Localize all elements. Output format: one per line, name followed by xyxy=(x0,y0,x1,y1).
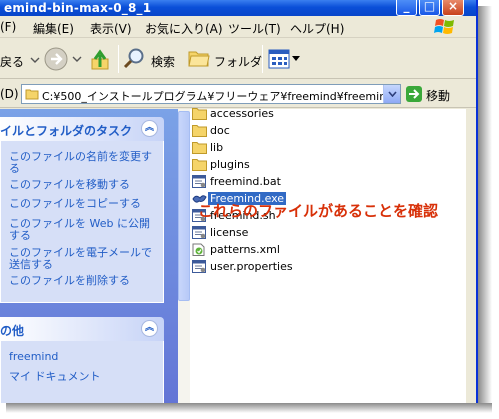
file-name: lib xyxy=(210,141,224,154)
chevron-down-icon xyxy=(292,56,300,61)
folders-button[interactable]: フォルダ xyxy=(188,45,262,73)
folder-icon xyxy=(25,89,39,100)
batch-file-icon xyxy=(192,175,206,188)
folder-icon xyxy=(192,108,207,120)
file-folder-tasks-body: このファイルの名前を変更する このファイルを移動する このファイルをコピーする … xyxy=(0,141,164,303)
folder-icon xyxy=(192,142,207,154)
file-name: license xyxy=(210,226,249,239)
address-dropdown-button[interactable] xyxy=(383,85,400,103)
file-name: freemind.bat xyxy=(210,175,281,188)
folder-icon xyxy=(188,51,210,67)
views-icon xyxy=(268,49,290,69)
minimize-icon: _ xyxy=(403,0,410,13)
close-icon: × xyxy=(447,0,459,13)
task-publish-web-link[interactable]: このファイルを Web に公開する xyxy=(9,218,159,242)
folder-icon xyxy=(192,159,207,171)
address-bar: (D) C:¥500_インストールプログラム¥フリーウェア¥freemind¥f… xyxy=(0,80,476,108)
explorer-window: emind-bin-max-0_8_1 _ □ × (F) 編集(E) 表示(V… xyxy=(0,0,478,403)
collapse-icon[interactable]: ︽ xyxy=(141,320,158,337)
menu-help[interactable]: ヘルプ(H) xyxy=(290,20,344,37)
file-folder-tasks-title: イルとフォルダのタスク xyxy=(0,124,133,138)
task-email-link[interactable]: このファイルを電子メールで送信する xyxy=(9,247,159,271)
go-label: 移動 xyxy=(426,89,451,103)
menu-file[interactable]: (F) xyxy=(0,20,16,34)
go-button[interactable]: 移動 xyxy=(405,84,465,104)
xml-file-icon xyxy=(192,243,205,256)
text-file-icon xyxy=(192,226,206,239)
window-title: emind-bin-max-0_8_1 xyxy=(4,1,152,15)
other-freemind-link[interactable]: freemind xyxy=(9,351,159,363)
menu-bar: (F) 編集(E) 表示(V) お気に入り(A) ツール(T) ヘルプ(H) xyxy=(0,16,476,38)
back-label: 戻る xyxy=(0,55,25,69)
views-button[interactable] xyxy=(268,47,300,71)
chevron-down-icon xyxy=(30,57,40,63)
other-places-title: の他 xyxy=(0,324,25,338)
go-arrow-icon xyxy=(406,86,422,102)
windows-logo-icon xyxy=(434,19,454,34)
title-bar[interactable]: emind-bin-max-0_8_1 _ □ × xyxy=(0,0,476,16)
close-button[interactable]: × xyxy=(442,0,464,16)
menu-favorites[interactable]: お気に入り(A) xyxy=(145,20,223,37)
left-panel-scrollbar[interactable] xyxy=(178,109,190,403)
chevron-down-icon xyxy=(388,91,397,97)
maximize-button[interactable]: □ xyxy=(419,0,440,16)
file-list: accessories doc lib plugins freemind.bat… xyxy=(178,107,466,403)
up-folder-button[interactable] xyxy=(90,45,114,73)
file-folder-tasks-header[interactable]: イルとフォルダのタスク ︽ xyxy=(0,117,164,141)
task-panel: イルとフォルダのタスク ︽ このファイルの名前を変更する このファイルを移動する… xyxy=(0,109,178,403)
forward-arrow-icon xyxy=(44,47,68,71)
back-button[interactable]: 戻る xyxy=(0,43,42,75)
folder-icon xyxy=(192,125,207,137)
other-places-body: freemind マイ ドキュメント xyxy=(0,341,164,403)
search-icon xyxy=(123,48,144,69)
file-name: patterns.xml xyxy=(210,243,280,256)
file-name: plugins xyxy=(210,158,250,171)
collapse-icon[interactable]: ︽ xyxy=(141,120,158,137)
other-mydocuments-link[interactable]: マイ ドキュメント xyxy=(9,371,159,383)
window-shadow-right xyxy=(478,6,492,410)
up-folder-icon xyxy=(91,49,109,70)
toolbar: 戻る 検索 フォルダ xyxy=(0,39,476,79)
search-label: 検索 xyxy=(151,55,176,69)
properties-file-icon xyxy=(192,260,206,273)
toolbar-separator xyxy=(118,45,119,73)
search-button[interactable]: 検索 xyxy=(123,45,183,73)
menu-edit[interactable]: 編集(E) xyxy=(33,20,74,37)
file-name: accessories xyxy=(210,107,274,120)
folders-label: フォルダ xyxy=(214,55,263,69)
task-move-link[interactable]: このファイルを移動する xyxy=(9,179,159,191)
address-input[interactable]: C:¥500_インストールプログラム¥フリーウェア¥freemind¥freem… xyxy=(21,84,401,104)
chevron-down-icon xyxy=(72,56,82,62)
file-name: user.properties xyxy=(210,260,293,273)
scrollbar-thumb[interactable] xyxy=(178,111,190,301)
forward-button[interactable] xyxy=(44,45,84,73)
task-delete-link[interactable]: このファイルを削除する xyxy=(9,275,159,287)
address-label: (D) xyxy=(0,87,19,101)
menu-view[interactable]: 表示(V) xyxy=(90,20,132,37)
file-name: doc xyxy=(210,124,230,137)
menu-tools[interactable]: ツール(T) xyxy=(228,20,281,37)
task-rename-link[interactable]: このファイルの名前を変更する xyxy=(9,151,159,175)
task-copy-link[interactable]: このファイルをコピーする xyxy=(9,198,159,210)
annotation-text: これらのファイルがあることを確認 xyxy=(198,202,439,220)
window-shadow-bottom xyxy=(6,403,492,413)
maximize-icon: □ xyxy=(423,0,436,13)
address-path: C:¥500_インストールプログラム¥フリーウェア¥freemind¥freem… xyxy=(42,90,387,103)
minimize-button[interactable]: _ xyxy=(396,0,417,16)
toolbar-separator xyxy=(262,45,263,73)
other-places-header[interactable]: の他 ︽ xyxy=(0,317,164,341)
